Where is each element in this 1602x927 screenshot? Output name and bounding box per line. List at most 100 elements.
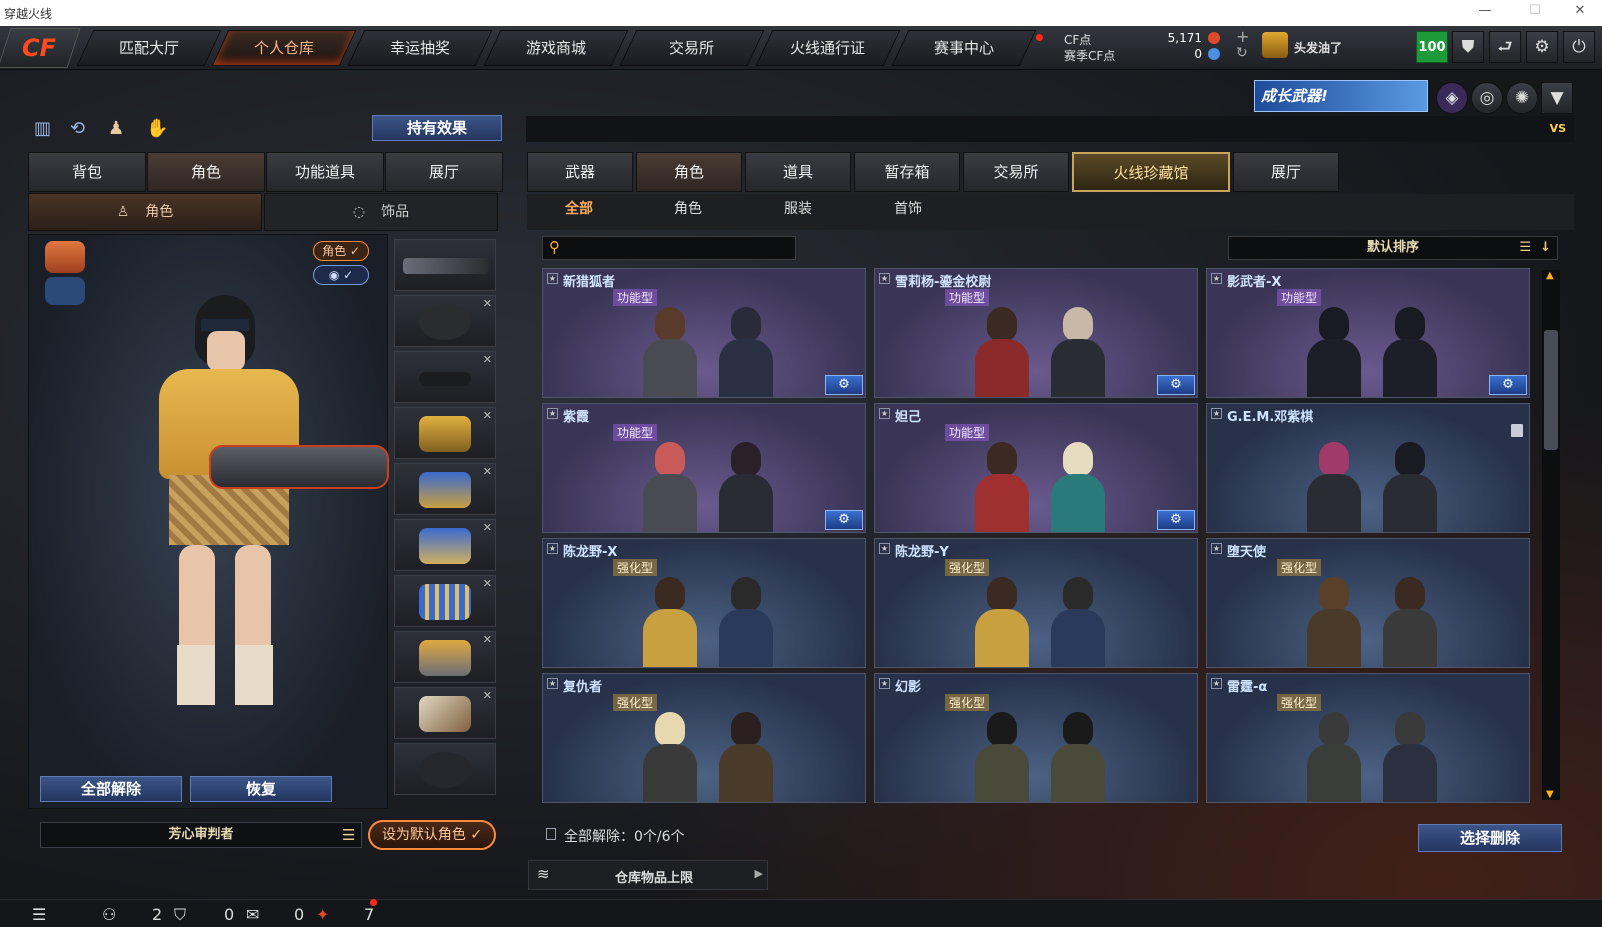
glove-icon[interactable]: ✋ [146, 118, 168, 139]
tab-functional-items[interactable]: 功能道具 [266, 152, 384, 192]
search-input[interactable]: ⚲ [542, 236, 796, 260]
slot-glasses[interactable]: ✕ [394, 351, 496, 403]
gear-settings-icon[interactable]: ⚙ [1157, 510, 1195, 530]
nav-tab-events[interactable]: 赛事中心 [891, 30, 1037, 66]
gear-settings-icon[interactable]: ⚙ [1157, 375, 1195, 395]
holding-effect-button[interactable]: 持有效果 [372, 115, 502, 141]
power-icon[interactable]: ⏻ [1563, 31, 1595, 63]
scroll-down-icon[interactable]: ▼ [1546, 789, 1554, 800]
tab-backpack[interactable]: 背包 [28, 152, 146, 192]
growth-weapon-banner[interactable]: 成长武器! [1254, 80, 1428, 112]
character-preview[interactable]: 角色 ✓ ◉ ✓ [28, 234, 389, 809]
tab-showroom[interactable]: 展厅 [385, 152, 503, 192]
scroll-up-icon[interactable]: ▲ [1546, 270, 1554, 281]
role-toggle[interactable]: 角色 ✓ [313, 241, 369, 261]
slot-melee[interactable]: ✕ [394, 687, 496, 739]
favorite-icon[interactable]: ★ [1211, 408, 1222, 419]
nav-tab-exchange[interactable]: 交易所 [619, 30, 765, 66]
tab-weapons[interactable]: 武器 [527, 152, 633, 192]
trash-icon[interactable] [1511, 424, 1523, 437]
bug-icon[interactable]: ✺ [1506, 82, 1538, 114]
maximize-icon[interactable]: ☐ [1520, 3, 1550, 18]
slot-helmet[interactable]: ✕ [394, 295, 496, 347]
subtab-roles[interactable]: 角色 [643, 198, 733, 218]
card-item[interactable]: ★ 雷霆-α 强化型 [1206, 673, 1530, 803]
nav-tab-battle-pass[interactable]: 火线通行证 [755, 30, 901, 66]
card-item[interactable]: ★ 雪莉杨-鎏金校尉 功能型 ⚙ [874, 268, 1198, 398]
unequip-all-button[interactable]: 全部解除 [40, 776, 182, 802]
card-scrollbar[interactable]: ▲ ▼ [1542, 270, 1560, 800]
pose-icon[interactable]: ♟ [108, 118, 124, 139]
favorite-icon[interactable]: ★ [547, 678, 558, 689]
nav-tab-match-hall[interactable]: 匹配大厅 [76, 30, 222, 66]
shield-icon[interactable]: ⛊ [1452, 31, 1484, 63]
favorite-icon[interactable]: ★ [1211, 678, 1222, 689]
select-delete-button[interactable]: 选择删除 [1418, 824, 1562, 852]
globe-icon[interactable]: ◎ [1471, 82, 1503, 114]
card-item[interactable]: ★ 紫霞 功能型 ⚙ [542, 403, 866, 533]
slot-primary-weapon[interactable] [394, 239, 496, 291]
subtab-character[interactable]: ♙ 角色 [28, 193, 262, 231]
slot-boots[interactable]: ✕ [394, 519, 496, 571]
card-item[interactable]: ★ 陈龙野-Y 强化型 [874, 538, 1198, 668]
rotate-icon[interactable]: ⟲ [70, 118, 85, 139]
slot-armor[interactable]: ✕ [394, 407, 496, 459]
sort-arrow-icon[interactable]: ↓ [1540, 237, 1551, 259]
nav-tab-game-store[interactable]: 游戏商城 [483, 30, 629, 66]
card-item[interactable]: ★ 幻影 强化型 [874, 673, 1198, 803]
gift-icon[interactable]: ✦ [316, 905, 329, 924]
cf-logo[interactable]: CF [0, 28, 81, 68]
slot-empty[interactable] [394, 743, 496, 795]
wolf-emblem-icon[interactable] [45, 277, 85, 305]
favorite-icon[interactable]: ★ [879, 678, 890, 689]
subtab-clothing[interactable]: 服装 [753, 198, 843, 218]
card-item[interactable]: ★ 影武者-X 功能型 ⚙ [1206, 268, 1530, 398]
gear-settings-icon[interactable]: ⚙ [1489, 375, 1527, 395]
subtab-accessories[interactable]: ◌ 饰品 [264, 193, 498, 231]
card-item[interactable]: ★ 复仇者 强化型 [542, 673, 866, 803]
exit-room-icon[interactable]: ⮐ [1489, 31, 1521, 63]
badge-icon[interactable]: ◈ [1436, 82, 1468, 114]
gear-settings-icon[interactable]: ⚙ [825, 510, 863, 530]
list-icon[interactable]: ☰ [1519, 237, 1531, 259]
gear-settings-icon[interactable]: ⚙ [825, 375, 863, 395]
add-cf-icon[interactable]: + [1236, 27, 1249, 46]
vip-icon[interactable]: ▼ [1541, 82, 1573, 114]
refresh-icon[interactable]: ↻ [1236, 45, 1248, 61]
subtab-all[interactable]: 全部 [534, 198, 624, 218]
favorite-icon[interactable]: ★ [1211, 273, 1222, 284]
scroll-thumb[interactable] [1544, 330, 1558, 450]
restore-button[interactable]: 恢复 [190, 776, 332, 802]
minimize-icon[interactable]: — [1470, 3, 1500, 18]
stats-icon[interactable]: ▥ [34, 118, 51, 139]
favorite-icon[interactable]: ★ [547, 543, 558, 554]
avatar[interactable] [1262, 32, 1288, 58]
tab-role[interactable]: 角色 [636, 152, 742, 192]
tab-collection-hall[interactable]: 火线珍藏馆 [1072, 152, 1230, 192]
favorite-icon[interactable]: ★ [879, 543, 890, 554]
card-item[interactable]: ★ G.E.M.邓紫棋 [1206, 403, 1530, 533]
card-item[interactable]: ★ 妲己 功能型 ⚙ [874, 403, 1198, 533]
sort-dropdown[interactable]: 默认排序 ☰ ↓ [1228, 236, 1558, 260]
tab-right-showroom[interactable]: 展厅 [1233, 152, 1339, 192]
list-icon[interactable]: ☰ [342, 826, 355, 844]
clan-shield-icon[interactable]: ⛉ [174, 905, 186, 925]
subtab-jewelry[interactable]: 首饰 [863, 198, 953, 218]
visibility-toggle[interactable]: ◉ ✓ [313, 265, 369, 285]
card-item[interactable]: ★ 堕天使 强化型 [1206, 538, 1530, 668]
settings-gear-icon[interactable]: ⚙ [1526, 31, 1558, 63]
favorite-icon[interactable]: ★ [547, 408, 558, 419]
fox-emblem-icon[interactable] [45, 241, 85, 273]
tab-items[interactable]: 道具 [745, 152, 851, 192]
nav-tab-personal-storage[interactable]: 个人仓库 [211, 30, 357, 66]
slot-pet[interactable]: ✕ [394, 631, 496, 683]
storage-limit-bar[interactable]: ≋ 仓库物品上限 ▶ [528, 860, 768, 890]
favorite-icon[interactable]: ★ [879, 408, 890, 419]
slot-gloves[interactable]: ✕ [394, 463, 496, 515]
menu-icon[interactable]: ☰ [32, 905, 46, 924]
friends-icon[interactable]: ⚇ [102, 905, 116, 924]
nav-tab-lucky-draw[interactable]: 幸运抽奖 [347, 30, 493, 66]
close-icon[interactable]: ✕ [1565, 3, 1595, 18]
favorite-icon[interactable]: ★ [879, 273, 890, 284]
tab-characters[interactable]: 角色 [147, 152, 265, 192]
